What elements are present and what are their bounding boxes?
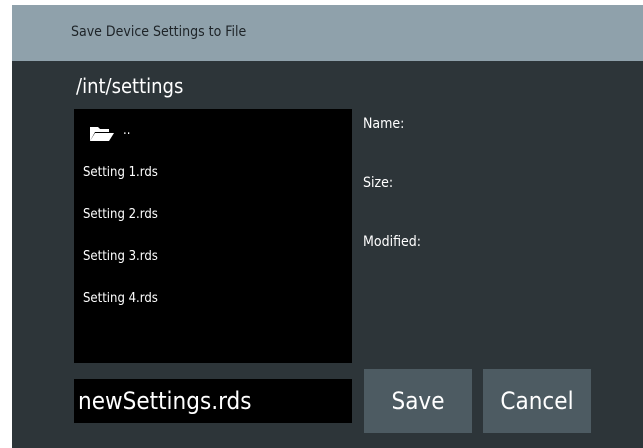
file-item-setting-2[interactable]: Setting 2.rds — [83, 207, 158, 222]
folder-open-icon — [89, 125, 115, 146]
file-list[interactable]: .. Setting 1.rds Setting 2.rds Setting 3… — [74, 109, 352, 363]
info-modified-label: Modified: — [363, 234, 422, 250]
parent-folder-label: .. — [123, 123, 131, 138]
current-path: /int/settings — [76, 74, 184, 98]
info-name-label: Name: — [363, 116, 405, 132]
save-button[interactable]: Save — [364, 369, 472, 433]
filename-input[interactable] — [74, 379, 352, 423]
file-item-setting-4[interactable]: Setting 4.rds — [83, 291, 158, 306]
cancel-button[interactable]: Cancel — [483, 369, 591, 433]
dialog-title-bar: Save Device Settings to File — [12, 5, 643, 61]
file-item-setting-1[interactable]: Setting 1.rds — [83, 165, 158, 180]
dialog-title: Save Device Settings to File — [71, 24, 247, 40]
save-settings-dialog: Save Device Settings to File /int/settin… — [12, 5, 643, 448]
parent-folder-item[interactable]: .. — [83, 121, 163, 145]
info-size-label: Size: — [363, 175, 394, 191]
file-item-setting-3[interactable]: Setting 3.rds — [83, 249, 158, 264]
